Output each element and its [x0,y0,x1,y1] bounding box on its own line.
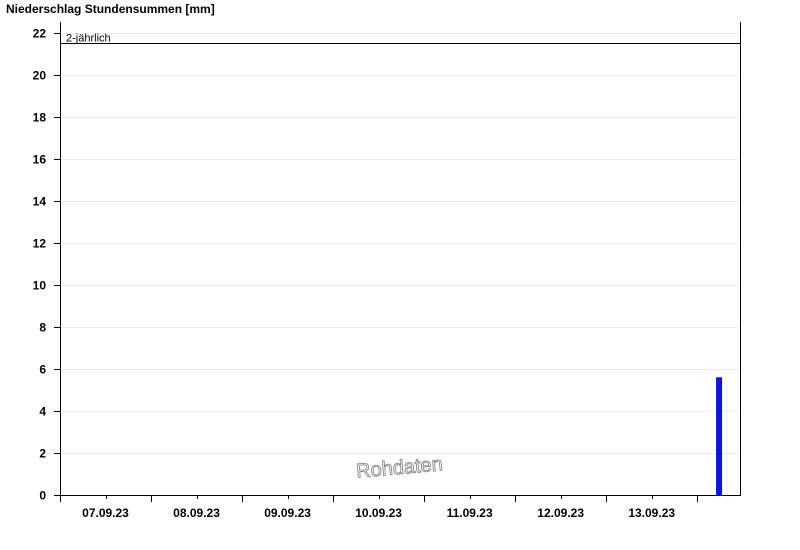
bars [716,377,723,495]
reference-lines: 2-jährlich [60,33,740,45]
y-tick-label: 8 [39,321,46,335]
y-tick-label: 18 [33,111,47,125]
x-tick-label: 12.09.23 [537,506,584,520]
y-tick-label: 0 [39,489,46,503]
y-tick-label: 2 [39,447,46,461]
y-tick-label: 10 [33,279,47,293]
x-tick-label: 07.09.23 [82,506,129,520]
y-tick-label: 4 [39,405,46,419]
bar [716,377,723,495]
grid-lines [60,33,740,454]
x-tick-label: 10.09.23 [355,506,402,520]
reference-line-label: 2-jährlich [66,33,111,45]
y-axis: 0 2 4 6 8 10 12 14 16 18 20 22 [33,27,60,503]
watermark: Rohdaten [355,453,443,482]
y-tick-label: 14 [33,195,47,209]
x-tick-label: 11.09.23 [447,506,493,520]
x-axis: 07.09.23 08.09.23 09.09.23 10.09.23 11.09.23… [60,495,698,520]
y-tick-label: 16 [33,153,47,167]
plot-frame [60,22,741,496]
y-tick-label: 6 [39,363,46,377]
x-tick-label: 09.09.23 [264,506,311,520]
precipitation-chart: Niederschlag Stundensummen [mm] 2-jährli… [6,2,741,520]
y-tick-label: 20 [33,69,47,83]
chart-title: Niederschlag Stundensummen [mm] [6,2,215,16]
y-tick-label: 22 [33,27,47,41]
x-tick-label: 08.09.23 [173,506,220,520]
y-tick-label: 12 [33,237,47,251]
x-tick-label: 13.09.23 [628,506,675,520]
